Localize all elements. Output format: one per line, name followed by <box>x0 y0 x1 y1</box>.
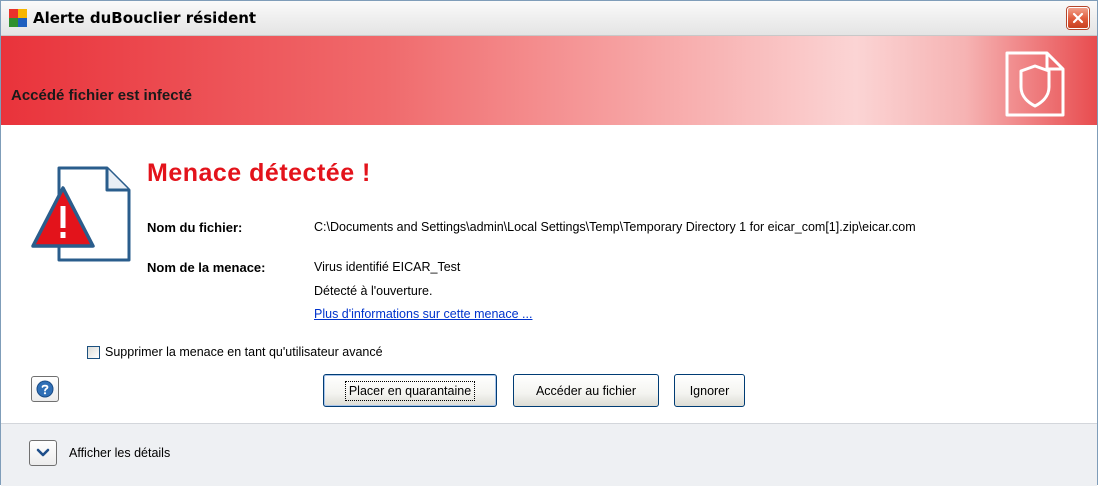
threat-name-value: Virus identifié EICAR_Test <box>314 260 461 274</box>
close-button[interactable] <box>1067 7 1089 29</box>
access-file-button-label: Accéder au fichier <box>535 383 637 398</box>
threat-name-label: Nom de la menace: <box>147 260 266 275</box>
warning-document-icon <box>31 166 131 262</box>
avg-app-icon <box>9 9 27 27</box>
ignore-button[interactable]: Ignorer <box>674 374 745 407</box>
details-footer: Afficher les détails <box>1 423 1097 486</box>
help-button[interactable] <box>31 376 59 402</box>
chevron-down-icon <box>36 448 50 457</box>
alert-banner <box>1 36 1097 125</box>
more-info-link[interactable]: Plus d'informations sur cette menace ... <box>314 307 532 321</box>
help-icon <box>36 380 54 398</box>
threat-headline: Menace détectée ! <box>147 159 371 187</box>
file-name-label: Nom du fichier: <box>147 220 243 235</box>
banner-title: Accédé fichier est infecté <box>11 87 192 104</box>
advanced-delete-checkbox[interactable] <box>87 345 100 359</box>
title-bar[interactable]: Alerte duBouclier résident <box>1 1 1097 36</box>
file-name-value: C:\Documents and Settings\admin\Local Se… <box>314 220 916 234</box>
window-title: Alerte duBouclier résident <box>33 9 257 27</box>
alert-window: Alerte duBouclier résident Accédé fichie… <box>0 0 1098 486</box>
detected-text: Détecté à l'ouverture. <box>314 284 433 298</box>
ignore-button-label: Ignorer <box>689 383 730 398</box>
access-file-button[interactable]: Accéder au fichier <box>513 374 659 407</box>
quarantine-button[interactable]: Placer en quarantaine <box>323 374 497 407</box>
advanced-delete-label: Supprimer la menace en tant qu'utilisate… <box>105 345 383 359</box>
show-details-label[interactable]: Afficher les détails <box>69 446 170 460</box>
quarantine-button-label: Placer en quarantaine <box>344 380 476 401</box>
close-icon <box>1072 12 1084 24</box>
show-details-button[interactable] <box>29 440 57 466</box>
advanced-delete-option[interactable]: Supprimer la menace en tant qu'utilisate… <box>87 345 383 359</box>
shield-icon <box>1005 51 1065 117</box>
